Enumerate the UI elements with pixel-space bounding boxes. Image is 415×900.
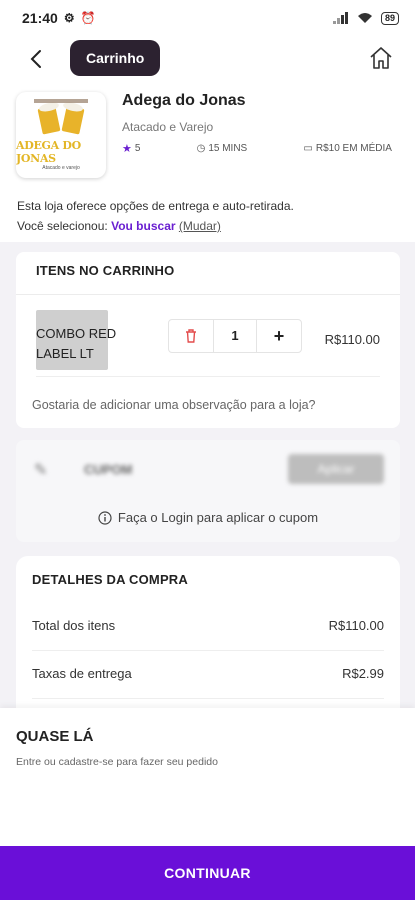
cart-card: ITENS NO CARRINHO COMBO RED LABEL LT 1 +…: [16, 252, 400, 428]
selected-delivery-mode: Vou buscar: [111, 219, 176, 233]
home-icon[interactable]: [367, 44, 395, 72]
wifi-icon: [357, 13, 372, 23]
coupon-card: ✎ CUPOM Aplicar Faça o Login para aplica…: [16, 440, 400, 542]
login-for-coupon[interactable]: Faça o Login para aplicar o cupom: [16, 510, 400, 525]
rating: ★ 5: [122, 143, 141, 155]
store-card: ADEGA DO JONAS Atacado e varejo Adega do…: [0, 82, 415, 242]
star-icon: ★: [122, 143, 132, 155]
item-price: R$110.00: [324, 332, 380, 347]
store-logo[interactable]: ADEGA DO JONAS Atacado e varejo: [16, 92, 106, 178]
cart-title: ITENS NO CARRINHO: [36, 263, 175, 278]
apply-coupon-button[interactable]: Aplicar: [288, 454, 384, 484]
add-observation-link[interactable]: Gostaria de adicionar uma observação par…: [32, 398, 316, 412]
battery-icon: 89: [380, 11, 399, 25]
top-bar: Carrinho: [0, 36, 415, 82]
purchase-details-card: DETALHES DA COMPRA Total dos itens R$110…: [16, 556, 400, 726]
continue-button[interactable]: CONTINUAR: [0, 846, 415, 900]
sheet-title: QUASE LÁ: [16, 728, 94, 745]
store-name: Adega do Jonas: [122, 92, 246, 109]
logo-subtext: Atacado e varejo: [42, 165, 80, 171]
delivery-info: Esta loja oferece opções de entrega e au…: [17, 196, 294, 236]
total-items-row: Total dos itens R$110.00: [32, 618, 384, 633]
tag-icon: ✎: [34, 462, 48, 479]
back-arrow-icon[interactable]: [24, 46, 50, 72]
divider: [36, 376, 380, 377]
delivery-selection: Você selecionou: Vou buscar (Mudar): [17, 219, 221, 233]
status-time: 21:40: [22, 10, 58, 26]
signal-icon: [332, 12, 348, 24]
status-bar: 21:40 ⚙ ⏰ 89: [0, 0, 415, 36]
gear-icon: ⚙: [63, 11, 75, 25]
divider: [16, 294, 400, 295]
details-title: DETALHES DA COMPRA: [32, 572, 188, 587]
delivery-options-text: Esta loja oferece opções de entrega e au…: [17, 199, 294, 213]
increase-quantity-button[interactable]: +: [257, 320, 301, 352]
delivery-time: ◷ 15 MINS: [196, 143, 248, 154]
remove-item-button[interactable]: [169, 320, 213, 352]
logo-text: ADEGA DO JONAS: [16, 139, 81, 165]
quantity-value: 1: [213, 320, 257, 352]
product-name: COMBO RED LABEL LT: [36, 326, 117, 361]
store-meta: ★ 5 ◷ 15 MINS ▭ R$10 EM MÉDIA: [122, 142, 392, 155]
divider: [32, 698, 384, 699]
info-icon: [98, 510, 112, 525]
quantity-stepper: 1 +: [168, 319, 302, 353]
coupon-row: ✎ CUPOM Aplicar: [16, 446, 400, 492]
calendar-icon: ▭: [303, 143, 313, 154]
beer-mug-icon: [34, 99, 88, 135]
clock-icon: ◷: [196, 143, 206, 154]
alarm-icon: ⏰: [80, 11, 96, 25]
divider: [32, 650, 384, 651]
average-price: ▭ R$10 EM MÉDIA: [303, 143, 392, 154]
trash-icon: [186, 329, 196, 343]
coupon-input[interactable]: CUPOM: [84, 462, 132, 477]
page-title: Carrinho: [70, 40, 161, 76]
store-type: Atacado e Varejo: [122, 120, 214, 134]
change-delivery-link[interactable]: (Mudar): [179, 219, 221, 233]
delivery-fee-row: Taxas de entrega R$2.99: [32, 666, 384, 681]
sheet-subtitle: Entre ou cadastre-se para fazer seu pedi…: [16, 756, 218, 768]
